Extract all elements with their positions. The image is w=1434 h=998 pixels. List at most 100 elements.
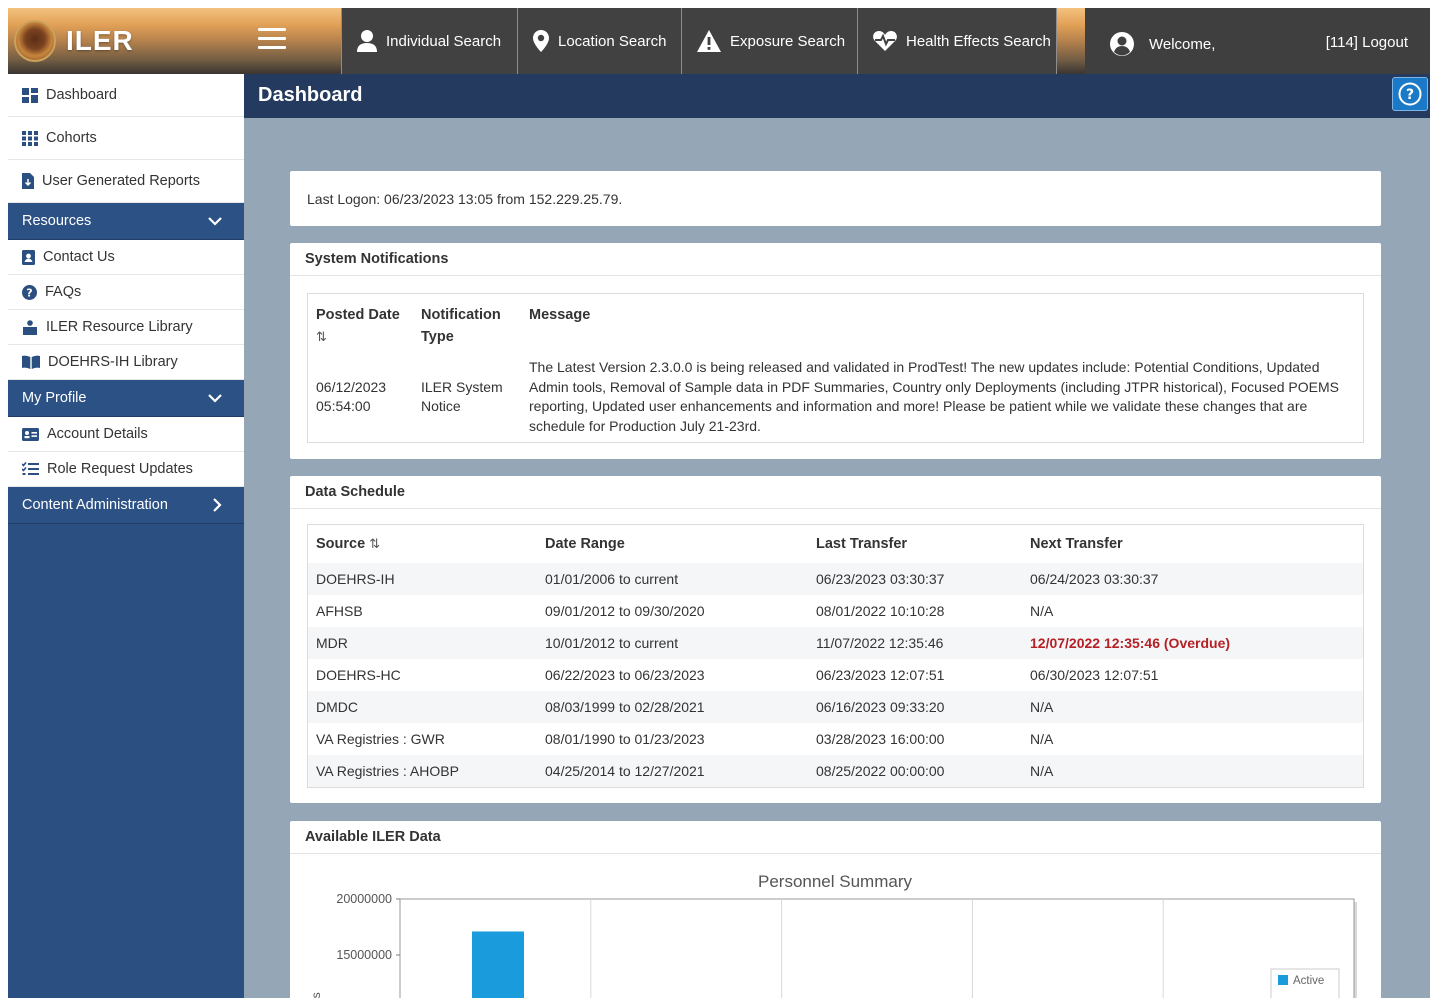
message-cell: The Latest Version 2.3.0.0 is being rele…: [529, 359, 1339, 434]
date-range-cell: 10/01/2012 to current: [545, 635, 679, 651]
exposure-search-label: Exposure Search: [730, 32, 846, 50]
source-cell: AFHSB: [316, 603, 363, 619]
brand[interactable]: ILER: [14, 18, 134, 64]
sidebar-item-contact-us[interactable]: Contact Us: [8, 240, 244, 275]
system-notifications-card: System Notifications Posted Date ⇅ Notifi…: [290, 243, 1381, 459]
address-book-icon: [22, 249, 35, 265]
next-transfer-cell: N/A: [1030, 603, 1054, 619]
posted-date-cell: 06/12/2023 05:54:00: [308, 352, 414, 443]
source-header[interactable]: Source ⇅: [308, 525, 538, 564]
sidebar-item-label: User Generated Reports: [42, 173, 200, 189]
next-transfer-cell: N/A: [1030, 699, 1054, 715]
table-row: DOEHRS-IH 01/01/2006 to current 06/23/2023…: [307, 563, 1364, 595]
exposure-search-button[interactable]: Exposure Search: [681, 8, 857, 74]
person-icon: [357, 30, 377, 52]
chevron-down-icon: [208, 216, 222, 226]
sidebar-item-label: FAQs: [45, 284, 82, 300]
app-frame: ILER Individual Search Location Search E…: [8, 8, 1430, 998]
table-row: DOEHRS-HC 06/22/2023 to 06/23/2023 06/23/2…: [308, 659, 1364, 691]
file-download-icon: [22, 173, 34, 189]
data-schedule-card: Data Schedule Source ⇅ Date Range Last T…: [290, 476, 1381, 803]
source-cell: VA Registries : AHOBP: [316, 763, 459, 779]
health-effects-search-button[interactable]: Health Effects Search: [857, 8, 1057, 74]
last-logon-card: Last Logon: 06/23/2023 13:05 from 152.22…: [290, 171, 1381, 226]
page-header: Dashboard ?: [244, 74, 1430, 118]
individual-search-button[interactable]: Individual Search: [341, 8, 517, 74]
next-transfer-cell: N/A: [1030, 731, 1054, 747]
y-tick-label: 20000000: [336, 892, 392, 906]
question-circle-icon: ?: [22, 284, 37, 300]
location-search-button[interactable]: Location Search: [517, 8, 681, 74]
posted-date: 06/12/2023: [316, 378, 387, 395]
logout-link[interactable]: [114] Logout: [1326, 34, 1408, 51]
table-row: VA Registries : GWR 08/01/1990 to 01/23/2…: [308, 723, 1364, 755]
sidebar-item-doehrs-library[interactable]: DOEHRS-IH Library: [8, 345, 244, 380]
section-label: Content Administration: [22, 497, 168, 513]
sidebar-section-content-administration[interactable]: Content Administration: [8, 487, 244, 524]
sidebar: Dashboard Cohorts User Generated Reports…: [8, 74, 244, 998]
y-tick-label: 15000000: [336, 948, 392, 962]
warning-icon: [697, 30, 721, 52]
sort-icon[interactable]: ⇅: [369, 536, 380, 551]
table-row: DMDC 08/03/1999 to 02/28/2021 06/16/2023 0…: [307, 691, 1364, 723]
page-title: Dashboard: [258, 84, 363, 106]
welcome-text: Welcome,: [1149, 35, 1216, 53]
last-logon-text: Last Logon: 06/23/2023 13:05 from 152.22…: [307, 191, 623, 207]
header-label: Posted Date: [316, 307, 400, 323]
date-range-cell: 01/01/2006 to current: [545, 571, 679, 587]
posted-date-header[interactable]: Posted Date ⇅: [308, 294, 414, 353]
source-cell: VA Registries : GWR: [316, 731, 445, 747]
card-title: System Notifications: [290, 243, 1381, 276]
notifications-table: Posted Date ⇅ Notification Type Message 0…: [307, 293, 1364, 443]
sort-icon[interactable]: ⇅: [316, 329, 327, 344]
date-range-cell: 09/01/2012 to 09/30/2020: [545, 603, 705, 619]
help-button[interactable]: ?: [1392, 77, 1428, 111]
last-transfer-cell: 08/01/2022 10:10:28: [816, 603, 945, 619]
sidebar-item-role-request-updates[interactable]: Role Request Updates: [8, 452, 244, 487]
message-header: Message: [521, 294, 1364, 353]
help-icon: ?: [1398, 82, 1422, 106]
chevron-right-icon: [213, 498, 222, 512]
sidebar-item-user-generated-reports[interactable]: User Generated Reports: [8, 160, 244, 203]
sidebar-item-faqs[interactable]: ? FAQs: [8, 275, 244, 310]
personnel-summary-chart: Personnel Summary 20000000 15000000 es Activ…: [309, 872, 1357, 998]
sidebar-item-label: ILER Resource Library: [46, 319, 193, 335]
date-range-header: Date Range: [545, 536, 625, 552]
individual-search-label: Individual Search: [386, 32, 502, 50]
user-circle-icon: [1110, 32, 1134, 56]
user-box: Welcome, [114] Logout: [1085, 8, 1430, 74]
last-transfer-cell: 06/16/2023 09:33:20: [816, 699, 945, 715]
grid-icon: [22, 130, 38, 146]
id-card-icon: [22, 427, 39, 441]
sidebar-section-my-profile[interactable]: My Profile: [8, 380, 244, 417]
source-cell: DMDC: [316, 699, 358, 715]
source-cell: MDR: [316, 635, 348, 651]
chart-title: Personnel Summary: [758, 872, 913, 891]
date-range-cell: 06/22/2023 to 06/23/2023: [545, 667, 705, 683]
sidebar-section-resources[interactable]: Resources: [8, 203, 244, 240]
date-range-cell: 04/25/2014 to 12/27/2021: [545, 763, 705, 779]
schedule-rows: DOEHRS-IH 01/01/2006 to current 06/23/2023…: [307, 563, 1364, 788]
tasks-list-icon: [22, 462, 39, 475]
dashboard-icon: [22, 87, 38, 103]
last-transfer-cell: 06/23/2023 12:07:51: [816, 667, 945, 683]
header-label: Notification Type: [421, 307, 501, 345]
sidebar-item-label: Role Request Updates: [47, 461, 193, 477]
heartbeat-icon: [873, 31, 897, 51]
last-transfer-cell: 03/28/2023 16:00:00: [816, 731, 945, 747]
notification-type-cell: ILER System Notice: [421, 378, 503, 415]
sidebar-item-cohorts[interactable]: Cohorts: [8, 117, 244, 160]
bar-active: [472, 931, 524, 998]
table-row: AFHSB 09/01/2012 to 09/30/2020 08/01/2022 …: [308, 595, 1364, 627]
sidebar-item-dashboard[interactable]: Dashboard: [8, 74, 244, 117]
table-row: 06/12/2023 05:54:00 ILER System Notice Th…: [308, 352, 1364, 443]
sidebar-item-label: Cohorts: [46, 130, 97, 146]
sidebar-item-account-details[interactable]: Account Details: [8, 417, 244, 452]
table-row: VA Registries : AHOBP 04/25/2014 to 12/27…: [307, 755, 1364, 788]
card-title: Data Schedule: [290, 476, 1381, 509]
posted-time: 05:54:00: [316, 398, 371, 414]
hamburger-menu-icon[interactable]: [258, 28, 286, 52]
sidebar-item-resource-library[interactable]: ILER Resource Library: [8, 310, 244, 345]
sidebar-item-label: Contact Us: [43, 249, 115, 265]
available-iler-data-card: Available ILER Data Personnel Summary 200…: [290, 821, 1381, 998]
